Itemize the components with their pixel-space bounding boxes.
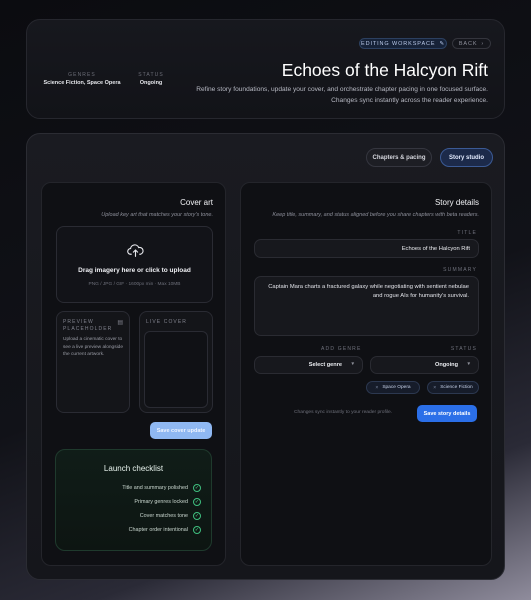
cover-art-card: Cover art Upload key art that matches yo… <box>41 182 226 566</box>
genres-value: Science Fiction, Space Opera <box>43 80 121 86</box>
live-cover-frame <box>144 331 208 408</box>
image-icon: ▤ <box>117 320 123 326</box>
status-select-value: Ongoing <box>435 362 458 368</box>
save-cover-button[interactable]: Save cover update <box>150 422 212 439</box>
chevron-down-icon: ▾ <box>467 361 470 367</box>
live-cover-label: LIVE COVER <box>146 319 188 325</box>
status-select[interactable]: Ongoing ▾ <box>370 356 479 374</box>
status-value: Ongoing <box>139 80 163 86</box>
upload-instructions: Drag imagery here or click to upload <box>78 267 191 274</box>
edit-icon: ✎ <box>439 40 445 47</box>
back-button[interactable]: BACK › <box>452 38 491 49</box>
live-cover-panel: LIVE COVER <box>139 311 213 413</box>
check-icon: ✓ <box>193 526 201 534</box>
tab-story-studio[interactable]: Story studio <box>440 148 493 167</box>
cover-art-subtitle: Upload key art that matches your story's… <box>101 212 213 218</box>
genre-chip-label: Space Opera <box>382 385 411 390</box>
checklist-item: Chapter order intentional ✓ <box>129 525 201 535</box>
checklist-item: Cover matches tone ✓ <box>140 511 201 521</box>
upload-cloud-icon <box>127 244 144 257</box>
story-details-subtitle: Keep title, summary, and status aligned … <box>272 212 479 218</box>
checklist-item-label: Title and summary polished <box>122 485 188 491</box>
chevron-right-icon: › <box>481 40 485 47</box>
checklist-item-label: Cover matches tone <box>139 513 188 519</box>
preview-placeholder-text: Upload a cinematic cover to see a live p… <box>63 337 123 357</box>
story-details-card: Story details Keep title, summary, and s… <box>240 182 492 566</box>
check-icon: ✓ <box>193 484 201 492</box>
genres-label: GENRES <box>68 72 96 78</box>
checklist-item-label: Chapter order intentional <box>128 527 188 533</box>
status-meta: STATUS Ongoing <box>131 72 171 96</box>
checklist-item: Primary genres locked ✓ <box>134 497 201 507</box>
save-story-details-button[interactable]: Save story details <box>417 405 477 422</box>
page-title: Echoes of the Halcyon Rift <box>281 60 488 80</box>
genre-chip[interactable]: × Space Opera <box>366 381 420 394</box>
story-details-title: Story details <box>434 198 479 207</box>
title-field-label: TITLE <box>457 230 477 236</box>
status-field-label: STATUS <box>450 346 477 352</box>
checklist-item: Title and summary polished ✓ <box>122 483 201 493</box>
workspace-header: EDITING WORKSPACE ✎ BACK › GENRES Scienc… <box>26 19 505 119</box>
close-icon[interactable]: × <box>375 385 378 391</box>
genre-select-value: Select genre <box>308 362 342 368</box>
sync-note: Changes sync instantly to your reader pr… <box>294 410 393 415</box>
summary-field-label: SUMMARY <box>443 267 477 273</box>
genre-chip[interactable]: × Science Fiction <box>427 381 479 394</box>
check-icon: ✓ <box>193 512 201 520</box>
upload-constraints: PNG / JPG / GIF · 1600px min · Max 10MB <box>88 282 181 287</box>
close-icon[interactable]: × <box>433 385 436 391</box>
chevron-down-icon: ▾ <box>351 361 354 367</box>
page-description: Refine story foundations, update your co… <box>196 86 488 104</box>
preview-placeholder-label: PREVIEW PLACEHOLDER <box>63 319 113 332</box>
summary-textarea[interactable]: Captain Mara charts a fractured galaxy w… <box>254 276 479 336</box>
cover-art-title: Cover art <box>180 198 213 207</box>
genre-chip-label: Science Fiction <box>440 385 473 390</box>
editing-workspace-badge: EDITING WORKSPACE ✎ <box>359 38 447 49</box>
story-editor-panel: Chapters & pacing Story studio Cover art… <box>26 133 505 580</box>
back-label: BACK <box>458 40 478 47</box>
launch-checklist-title: Launch checklist <box>103 464 164 473</box>
editing-workspace-label: EDITING WORKSPACE <box>361 40 436 47</box>
check-icon: ✓ <box>193 498 201 506</box>
status-label: STATUS <box>138 72 164 78</box>
genre-field-label: ADD GENRE <box>321 346 362 352</box>
preview-placeholder-panel: PREVIEW PLACEHOLDER ▤ Upload a cinematic… <box>56 311 130 413</box>
genre-select[interactable]: Select genre ▾ <box>254 356 363 374</box>
genres-meta: GENRES Science Fiction, Space Opera <box>41 72 123 96</box>
launch-checklist: Launch checklist Title and summary polis… <box>55 449 212 551</box>
cover-upload-dropzone[interactable]: Drag imagery here or click to upload PNG… <box>56 226 213 303</box>
checklist-item-label: Primary genres locked <box>134 499 188 505</box>
tab-chapters-pacing[interactable]: Chapters & pacing <box>366 148 432 167</box>
title-input[interactable]: Echoes of the Halcyon Rift <box>254 239 479 258</box>
